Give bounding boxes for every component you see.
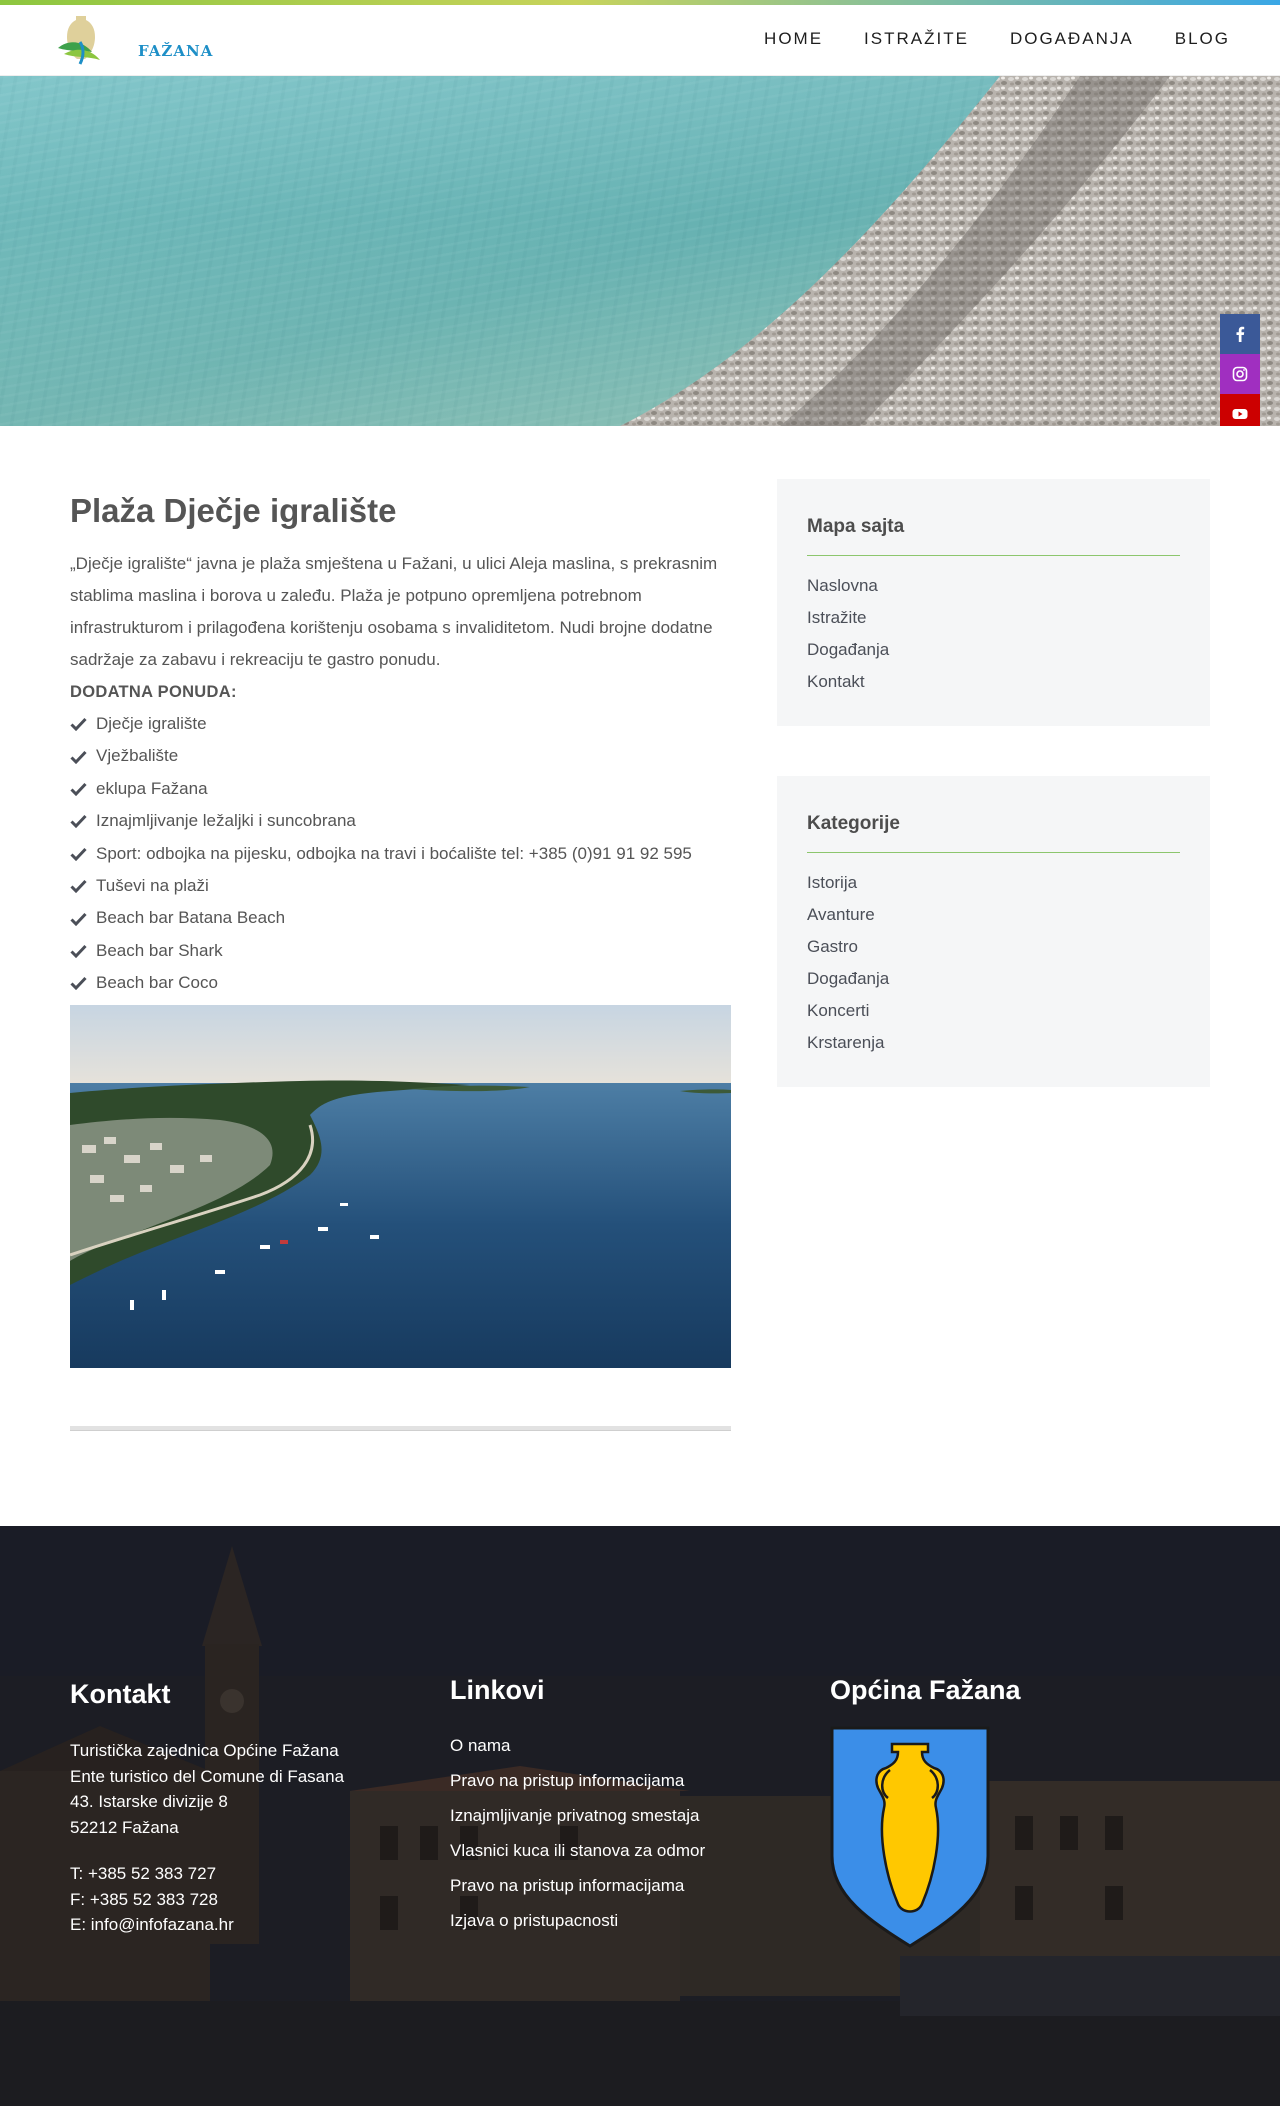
offer-item-label: Tuševi na plaži (96, 876, 209, 896)
article: Plaža Dječje igralište „Dječje igralište… (70, 480, 731, 1431)
aerial-coast-image (70, 1004, 731, 1368)
youtube-icon (1232, 409, 1248, 419)
offer-item-label: Beach bar Shark (96, 940, 223, 960)
check-icon (70, 880, 87, 894)
footer-municipality-title: Općina Fažana (830, 1675, 1021, 1705)
category-link-dogadanja[interactable]: Događanja (807, 963, 1180, 995)
address-line: Ente turistico del Comune di Fasana (70, 1766, 345, 1786)
address-line: Turistička zajednica Općine Fažana (70, 1741, 339, 1760)
list-item: Sport: odbojka na pijesku, odbojka na tr… (70, 838, 731, 870)
pebble-beach-image (0, 76, 1280, 426)
instagram-icon (1232, 366, 1248, 382)
sitemap-link-kontakt[interactable]: Kontakt (807, 666, 1180, 698)
category-link-istorija[interactable]: Istorija (807, 867, 1180, 899)
aerial-coast-photo (70, 1004, 731, 1368)
categories-widget: Kategorije Istorija Avanture Gastro Doga… (777, 776, 1210, 1087)
list-item: Vježbalište (70, 740, 731, 772)
footer-link-izjava-pristupacnosti[interactable]: Izjava o pristupacnosti (450, 1903, 705, 1938)
sitemap-link-naslovna[interactable]: Naslovna (807, 570, 1180, 602)
coat-of-arms-icon (830, 1726, 990, 1948)
content-divider (70, 1425, 731, 1431)
list-item: Beach bar Shark (70, 935, 731, 967)
contact-details: T: +385 52 383 727 F: +385 52 383 728 E:… (70, 1861, 344, 1938)
offer-list: Dječje igralište Vježbalište eklupa Faža… (70, 708, 731, 1000)
facebook-icon (1236, 326, 1245, 342)
check-icon (70, 977, 87, 991)
offer-item-label: Dječje igralište (96, 714, 207, 733)
nav-dogadanja[interactable]: DOGAĐANJA (1010, 29, 1134, 49)
hero-beach-image (0, 76, 1280, 426)
logo-text: FAŽANA (138, 42, 214, 60)
check-icon (70, 782, 87, 797)
sitemap-link-dogadanja[interactable]: Događanja (807, 634, 1180, 666)
footer-link-o-nama[interactable]: O nama (450, 1728, 705, 1763)
offer-item-label: Sport: odbojka na pijesku, odbojka na tr… (96, 843, 692, 863)
offer-item-label: Vježbalište (96, 746, 179, 766)
main-nav: HOME ISTRAŽITE DOGAĐANJA BLOG (764, 29, 1230, 49)
youtube-link[interactable] (1220, 394, 1260, 426)
offer-item-label: eklupa Fažana (96, 778, 208, 798)
amphora-logo-icon (58, 16, 100, 65)
sitemap-link-istrazite[interactable]: Istražite (807, 602, 1180, 634)
offer-item-label: Beach bar Coco (96, 973, 218, 993)
address-line: 52212 Fažana (70, 1817, 179, 1837)
nav-blog[interactable]: BLOG (1175, 29, 1230, 49)
footer-links-title: Linkovi (450, 1675, 545, 1705)
address-line: 43. Istarske divizije 8 (70, 1792, 228, 1811)
offer-item-label: Beach bar Batana Beach (96, 908, 286, 928)
list-item: Iznajmljivanje ležaljki i suncobrana (70, 805, 731, 837)
footer-link-vlasnici-kuca[interactable]: Vlasnici kuca ili stanova za odmor (450, 1833, 705, 1868)
list-item: Beach bar Coco (70, 967, 731, 999)
list-item: Dječje igralište (70, 708, 731, 740)
check-icon (70, 750, 87, 764)
page-title: Plaža Dječje igralište (70, 492, 397, 529)
email-link[interactable]: E: info@infofazana.hr (70, 1912, 344, 1938)
offer-heading: DODATNA PONUDA: (70, 683, 237, 701)
article-intro: „Dječje igralište“ javna je plaža smješt… (70, 554, 718, 669)
footer-links: Linkovi O nama Pravo na pristup informac… (450, 1672, 705, 1938)
category-link-avanture[interactable]: Avanture (807, 899, 1180, 931)
facebook-link[interactable] (1220, 314, 1260, 354)
nav-istrazite[interactable]: ISTRAŽITE (864, 29, 969, 49)
check-icon (70, 945, 87, 959)
instagram-link[interactable] (1220, 354, 1260, 394)
footer-municipality: Općina Fažana (830, 1672, 1021, 1728)
list-item: Tuševi na plaži (70, 870, 731, 902)
list-item: eklupa Fažana (70, 773, 731, 805)
category-link-koncerti[interactable]: Koncerti (807, 995, 1180, 1027)
nav-home[interactable]: HOME (764, 29, 823, 49)
footer-link-privatni-smjestaj[interactable]: Iznajmljivanje privatnog smestaja (450, 1798, 705, 1833)
list-item: Beach bar Batana Beach (70, 902, 731, 934)
category-link-krstarenja[interactable]: Krstarenja (807, 1027, 1180, 1059)
check-icon (70, 815, 87, 829)
fax-number: F: +385 52 383 728 (70, 1889, 218, 1909)
check-icon (70, 847, 87, 861)
site-header: FAŽANA HOME ISTRAŽITE DOGAĐANJA BLOG (0, 5, 1280, 76)
footer-link-pristup-informacijama[interactable]: Pravo na pristup informacijama (450, 1763, 705, 1798)
footer-link-pristup-informacijama-2[interactable]: Pravo na pristup informacijama (450, 1868, 705, 1903)
footer-contact: Kontakt Turistička zajednica Općine Faža… (70, 1676, 344, 1938)
widget-title: Mapa sajta (807, 515, 1180, 556)
phone-number[interactable]: T: +385 52 383 727 (70, 1861, 344, 1887)
footer-contact-title: Kontakt (70, 1679, 171, 1709)
site-logo[interactable]: FAŽANA (50, 8, 212, 70)
check-icon (70, 718, 87, 732)
site-footer: Kontakt Turistička zajednica Općine Faža… (0, 1526, 1280, 2106)
offer-item-label: Iznajmljivanje ležaljki i suncobrana (96, 811, 356, 831)
sitemap-widget: Mapa sajta Naslovna Istražite Događanja … (777, 479, 1210, 726)
widget-title: Kategorije (807, 812, 1180, 853)
check-icon (70, 912, 87, 926)
category-link-gastro[interactable]: Gastro (807, 931, 1180, 963)
